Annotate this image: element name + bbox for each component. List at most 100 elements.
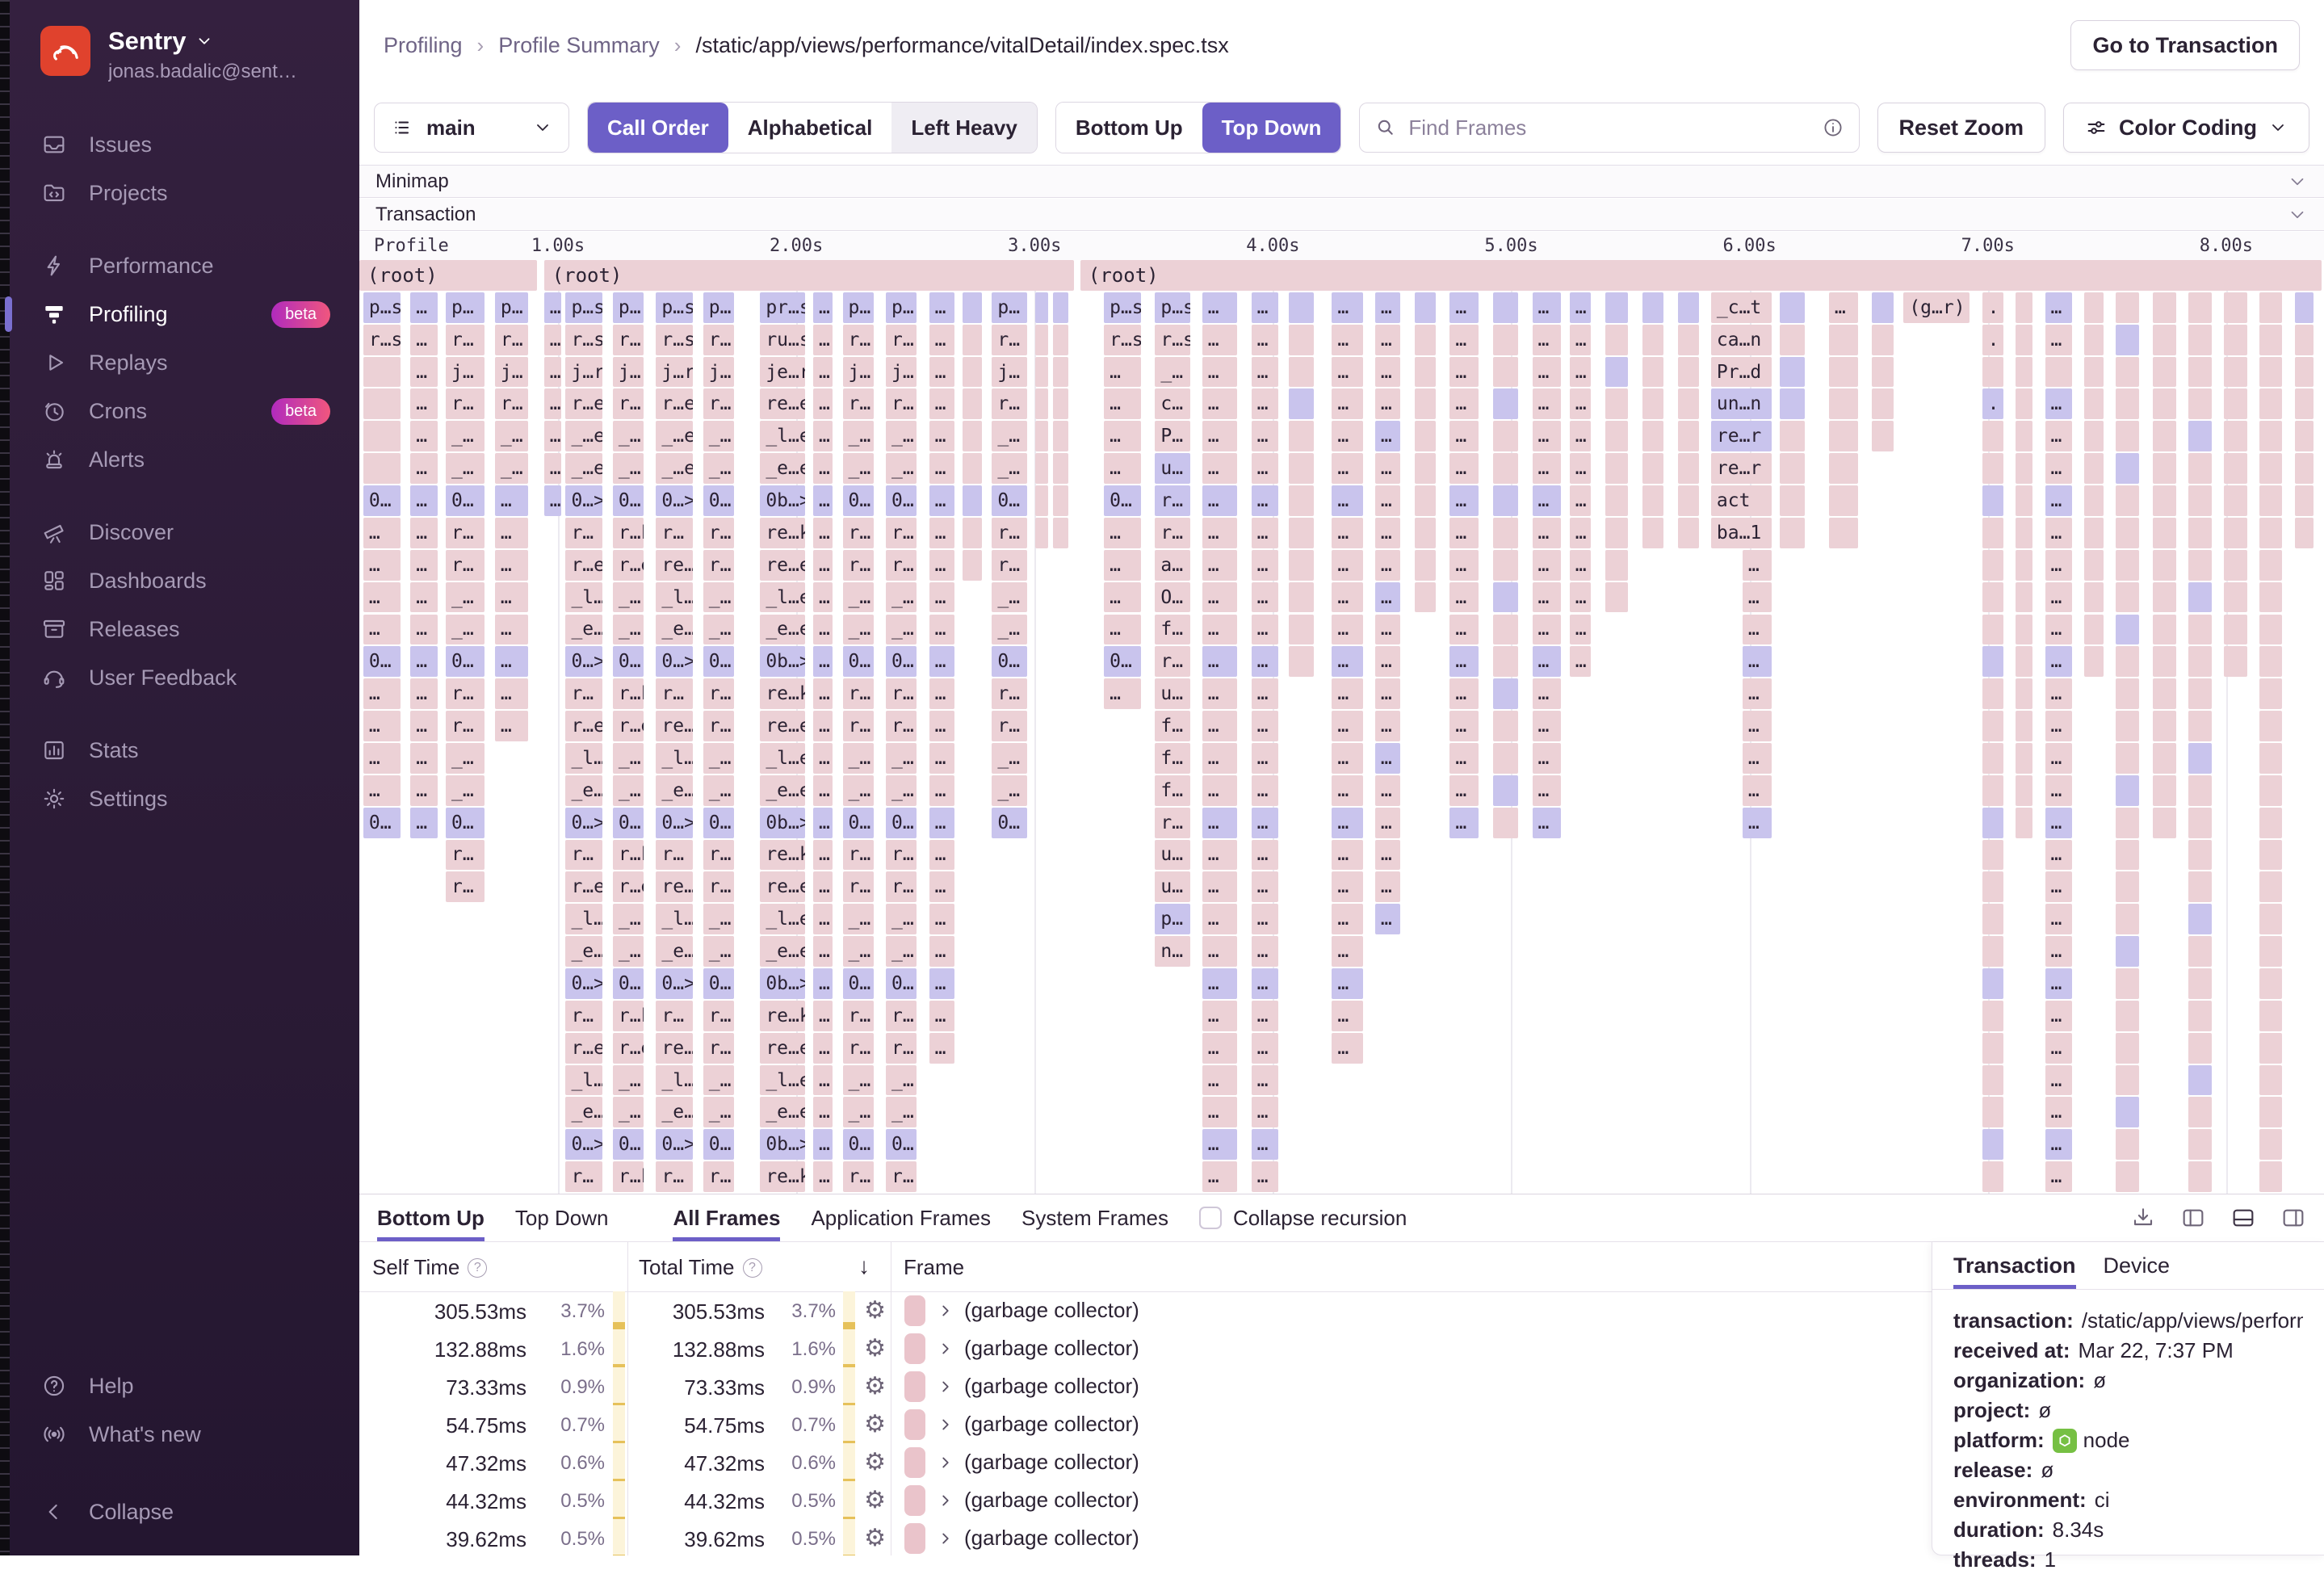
flame-frame[interactable] xyxy=(1052,517,1068,548)
flame-frame[interactable]: r… xyxy=(446,388,485,420)
flame-frame[interactable]: … xyxy=(1449,421,1479,452)
flame-frame[interactable] xyxy=(1605,517,1629,548)
flame-frame[interactable]: p…s xyxy=(565,292,603,323)
flame-frame[interactable]: r… xyxy=(703,839,735,871)
flame-frame[interactable]: _… xyxy=(886,453,917,485)
flame-frame[interactable]: … xyxy=(813,324,833,355)
flame-frame[interactable] xyxy=(1677,485,1699,516)
flame-frame[interactable]: … xyxy=(1332,324,1363,355)
flame-frame[interactable]: … xyxy=(2045,904,2072,935)
flame-frame[interactable]: … xyxy=(1251,936,1279,967)
flame-frame[interactable]: … xyxy=(1374,839,1400,871)
flame-frame[interactable] xyxy=(1677,421,1699,452)
flame-frame[interactable]: 0… xyxy=(992,807,1027,838)
flame-frame[interactable] xyxy=(2188,839,2212,871)
flame-frame[interactable]: … xyxy=(813,775,833,806)
flame-frame[interactable]: … xyxy=(929,388,954,420)
checkbox-unchecked-icon[interactable] xyxy=(1199,1207,1223,1229)
flame-frame[interactable]: 0…> xyxy=(656,807,694,838)
flame-frame[interactable]: … xyxy=(1202,742,1237,774)
flame-frame[interactable]: c… xyxy=(1155,388,1190,420)
flame-frame[interactable] xyxy=(2188,904,2212,935)
flame-frame[interactable] xyxy=(2153,453,2176,485)
flame-frame[interactable]: r…e xyxy=(565,388,603,420)
flame-frame[interactable] xyxy=(2116,1064,2139,1096)
flame-frame[interactable]: … xyxy=(1332,421,1363,452)
flame-frame[interactable] xyxy=(2188,614,2212,645)
flame-frame[interactable] xyxy=(1642,485,1663,516)
flame-frame[interactable] xyxy=(2016,678,2033,710)
flame-frame[interactable] xyxy=(2188,581,2212,613)
flame-frame[interactable]: … xyxy=(929,646,954,678)
flame-frame[interactable]: n… xyxy=(1155,936,1190,967)
flame-frame[interactable]: … xyxy=(1532,742,1562,774)
flame-frame[interactable]: … xyxy=(2045,646,2072,678)
flame-frame[interactable] xyxy=(1288,324,1314,355)
flame-frame[interactable]: … xyxy=(1251,1161,1279,1192)
flame-frame[interactable]: 0b…> xyxy=(760,485,805,516)
flame-frame[interactable]: … xyxy=(410,678,438,710)
flame-frame[interactable] xyxy=(2188,807,2212,838)
flame-frame[interactable] xyxy=(2016,549,2033,581)
flame-frame[interactable]: … xyxy=(929,775,954,806)
flame-frame[interactable]: … xyxy=(494,646,528,678)
flame-frame[interactable] xyxy=(2153,292,2176,323)
flame-frame[interactable]: … xyxy=(1332,775,1363,806)
flame-frame[interactable]: r…s xyxy=(565,324,603,355)
flame-frame[interactable] xyxy=(2084,517,2104,548)
flame-frame[interactable] xyxy=(2116,807,2139,838)
flame-frame[interactable]: _… xyxy=(612,614,644,645)
flame-frame[interactable]: … xyxy=(363,549,401,581)
flame-frame[interactable]: pr…s xyxy=(760,292,805,323)
flame-frame[interactable]: … xyxy=(1449,324,1479,355)
flame-frame[interactable]: _… xyxy=(842,775,874,806)
flame-frame[interactable]: _c…t xyxy=(1710,292,1772,323)
flame-frame[interactable]: r… xyxy=(703,324,735,355)
flame-frame[interactable]: … xyxy=(1332,581,1363,613)
flame-frame[interactable]: … xyxy=(1251,807,1279,838)
flame-frame[interactable]: _… xyxy=(842,453,874,485)
flame-frame[interactable]: _… xyxy=(612,775,644,806)
minimap-section-toggle[interactable]: Minimap xyxy=(359,166,2324,198)
color-coding-button[interactable]: Color Coding xyxy=(2063,103,2309,153)
flame-frame[interactable]: re…e xyxy=(760,1032,805,1064)
flame-frame[interactable]: … xyxy=(929,711,954,741)
flame-frame[interactable] xyxy=(2259,711,2283,741)
flame-frame[interactable]: 0… xyxy=(992,646,1027,678)
direction-option-top-down[interactable]: Top Down xyxy=(1202,103,1341,153)
flame-frame[interactable] xyxy=(2153,421,2176,452)
flame-frame[interactable]: r…k xyxy=(612,839,644,871)
flame-frame[interactable]: 0…> xyxy=(565,1129,603,1161)
flame-frame[interactable]: … xyxy=(1374,614,1400,645)
flame-frame[interactable]: act xyxy=(1710,485,1772,516)
flame-frame[interactable]: … xyxy=(2045,936,2072,967)
flame-frame[interactable]: r… xyxy=(886,517,917,548)
flame-frame[interactable]: … xyxy=(1374,356,1400,388)
flame-frame[interactable] xyxy=(2259,775,2283,806)
flame-frame[interactable]: … xyxy=(1251,871,1279,903)
sort-option-alphabetical[interactable]: Alphabetical xyxy=(728,103,892,153)
flame-frame[interactable]: … xyxy=(929,678,954,710)
flame-frame[interactable] xyxy=(2259,1064,2283,1096)
flame-frame[interactable]: r…k xyxy=(612,517,644,548)
flame-frame[interactable] xyxy=(1605,581,1629,613)
flame-frame[interactable]: … xyxy=(1202,1032,1237,1064)
flame-frame[interactable]: p…s xyxy=(1104,292,1141,323)
flame-frame[interactable]: _…e xyxy=(656,421,694,452)
flame-frame[interactable] xyxy=(2188,1161,2212,1192)
flame-frame[interactable]: _… xyxy=(446,614,485,645)
flame-frame[interactable]: re…e xyxy=(656,549,694,581)
flame-frame[interactable]: r… xyxy=(703,1032,735,1064)
flame-frame[interactable]: _l…e xyxy=(760,1064,805,1096)
chevron-right-icon[interactable] xyxy=(937,1492,954,1509)
flame-frame[interactable] xyxy=(2188,775,2212,806)
flame-frame[interactable]: … xyxy=(1251,839,1279,871)
flame-frame[interactable]: _… xyxy=(612,1064,644,1096)
flame-frame[interactable]: j…r xyxy=(656,356,694,388)
flame-frame[interactable]: r… xyxy=(886,871,917,903)
flame-frame[interactable] xyxy=(2188,871,2212,903)
flame-frame[interactable] xyxy=(1034,421,1049,452)
gear-icon[interactable]: ⚙ xyxy=(864,1410,886,1438)
flame-frame[interactable]: … xyxy=(543,388,562,420)
flame-frame[interactable]: r… xyxy=(842,1000,874,1031)
